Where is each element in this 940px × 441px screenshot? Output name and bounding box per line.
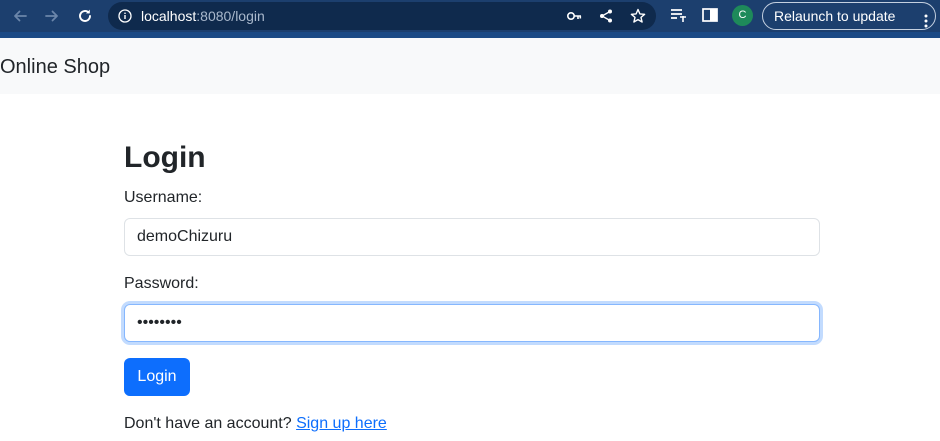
- brand-link[interactable]: Online Shop: [0, 55, 110, 79]
- reload-icon: [79, 9, 91, 22]
- reading-list-icon[interactable]: [669, 6, 687, 24]
- url-text[interactable]: localhost:8080/login: [141, 8, 265, 24]
- reload-button[interactable]: [73, 4, 97, 28]
- username-label: Username:: [124, 189, 203, 206]
- back-button[interactable]: [8, 4, 32, 28]
- star-icon[interactable]: [630, 8, 646, 24]
- share-icon[interactable]: [598, 8, 614, 24]
- signup-prompt-text: Don't have an account?: [124, 415, 292, 432]
- url-path: :8080/login: [196, 8, 265, 24]
- kebab-menu-icon[interactable]: [924, 10, 928, 36]
- site-navbar: Online Shop: [0, 38, 940, 94]
- url-host: localhost: [141, 8, 197, 24]
- info-icon[interactable]: [118, 9, 132, 28]
- page-title: Login: [124, 141, 206, 174]
- relaunch-label: Relaunch to update: [774, 8, 896, 24]
- relaunch-button[interactable]: Relaunch to update: [762, 2, 936, 30]
- password-label: Password:: [124, 275, 199, 292]
- password-input[interactable]: [124, 304, 820, 342]
- browser-toolbar: localhost:8080/login C Relaunch to updat…: [0, 0, 940, 38]
- signup-prompt: Don't have an account? Sign up here: [124, 414, 820, 434]
- back-arrow-icon: [14, 10, 27, 22]
- forward-arrow-icon: [45, 10, 58, 22]
- address-bar[interactable]: localhost:8080/login: [108, 2, 656, 30]
- username-input[interactable]: [124, 218, 820, 256]
- side-panel-icon[interactable]: [701, 6, 719, 24]
- key-icon[interactable]: [566, 8, 582, 24]
- signup-link[interactable]: Sign up here: [296, 415, 387, 432]
- login-form: Login Username: Password: Login Don't ha…: [124, 140, 820, 434]
- login-button[interactable]: Login: [124, 358, 190, 396]
- profile-avatar[interactable]: C: [732, 5, 753, 26]
- forward-button[interactable]: [40, 4, 64, 28]
